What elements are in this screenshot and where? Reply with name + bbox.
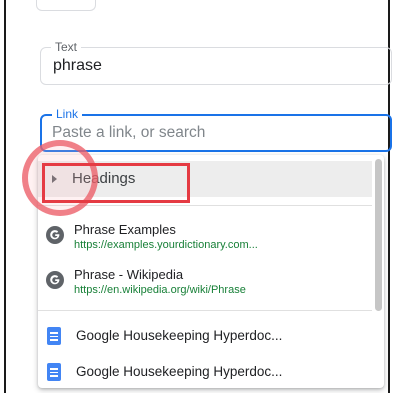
headings-row[interactable]: Headings: [38, 161, 372, 197]
doc-result-item[interactable]: Google Housekeeping Hyperdoc...: [38, 320, 372, 352]
text-field-label: Text: [51, 39, 82, 55]
divider: [38, 310, 372, 311]
doc-result-title: Google Housekeeping Hyperdoc...: [76, 364, 283, 379]
link-suggestions-dropdown: Headings Phrase Examples https://example…: [38, 155, 384, 388]
text-field[interactable]: Text phrase: [40, 39, 392, 85]
google-g-icon: [46, 271, 64, 289]
link-field[interactable]: Link: [40, 106, 392, 152]
doc-result-title: Google Housekeeping Hyperdoc...: [76, 328, 283, 343]
triangle-right-icon: [52, 175, 57, 183]
link-field-label: Link: [52, 106, 83, 122]
divider: [38, 205, 372, 206]
dropdown-scrollbar[interactable]: [373, 155, 383, 388]
web-result-item[interactable]: Phrase Examples https://examples.yourdic…: [38, 217, 372, 257]
web-result-url: https://examples.yourdictionary.com...: [74, 239, 258, 251]
web-result-title: Phrase Examples: [74, 222, 176, 237]
google-g-icon: [46, 226, 64, 244]
web-result-title: Phrase - Wikipedia: [74, 267, 184, 282]
link-input[interactable]: [52, 122, 372, 144]
google-docs-icon: [47, 327, 61, 345]
web-result-url: https://en.wikipedia.org/wiki/Phrase: [74, 284, 246, 296]
headings-label: Headings: [72, 170, 136, 187]
text-field-value[interactable]: phrase: [53, 57, 102, 75]
google-docs-icon: [47, 363, 61, 381]
doc-result-item[interactable]: Google Housekeeping Hyperdoc...: [38, 356, 372, 388]
tab-remnant: [36, 0, 96, 11]
web-result-item[interactable]: Phrase - Wikipedia https://en.wikipedia.…: [38, 262, 372, 302]
scrollbar-thumb[interactable]: [375, 159, 382, 311]
